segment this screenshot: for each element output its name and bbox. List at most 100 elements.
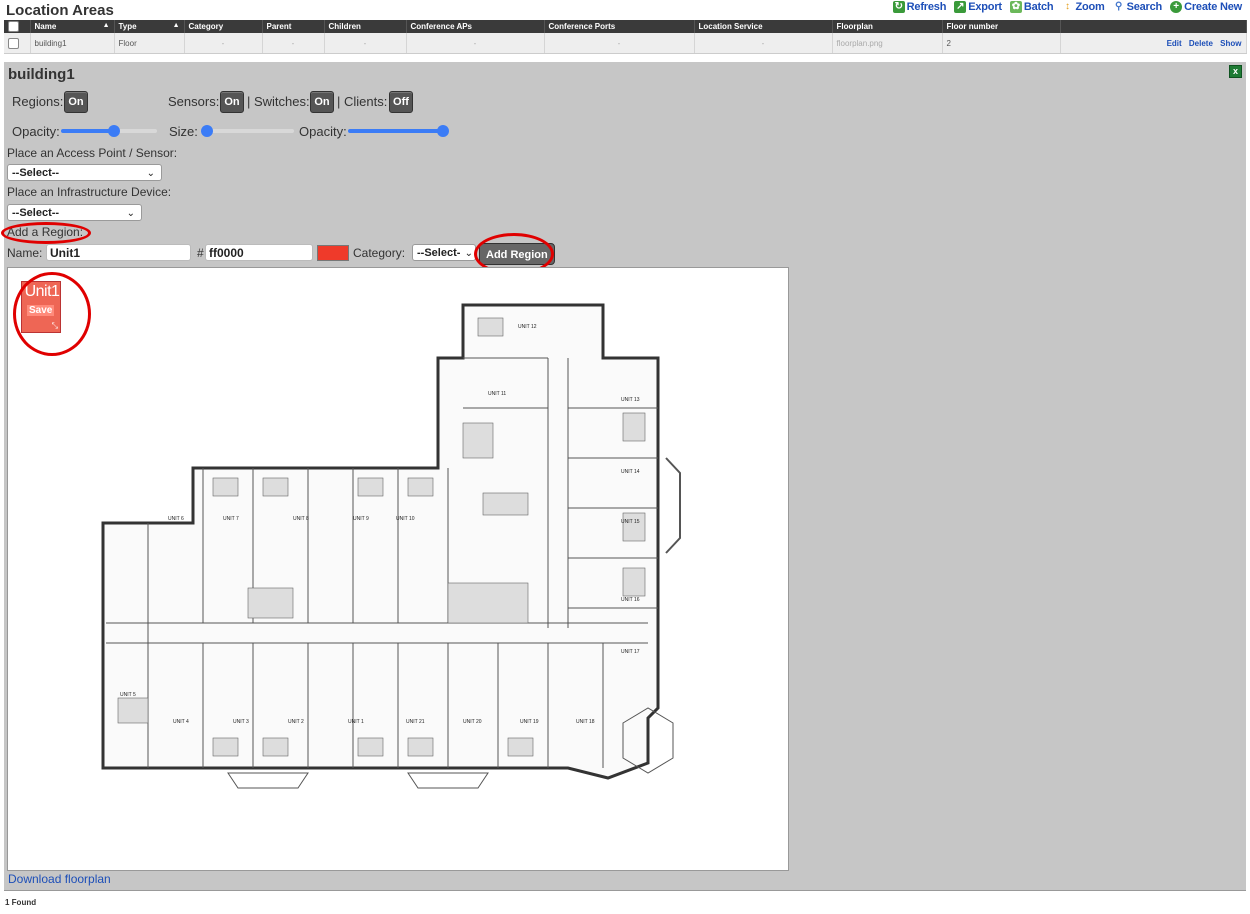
cell-parent: - bbox=[262, 33, 325, 54]
refresh-button[interactable]: ↻ Refresh bbox=[892, 1, 946, 13]
column-header-children[interactable]: Children bbox=[324, 20, 407, 33]
chevron-down-icon: ⌄ bbox=[464, 248, 473, 259]
result-count: 1 Found bbox=[5, 898, 37, 907]
column-header-type[interactable]: Type ▲ bbox=[114, 20, 185, 33]
cell-conference-aps: - bbox=[406, 33, 545, 54]
cell-category: - bbox=[184, 33, 263, 54]
column-header-floor-number[interactable]: Floor number bbox=[942, 20, 1061, 33]
cell-name: building1 bbox=[30, 33, 115, 54]
search-button[interactable]: ⚲ Search bbox=[1113, 1, 1162, 13]
column-header-name[interactable]: Name ▲ bbox=[30, 20, 115, 33]
clients-label: | Clients: bbox=[337, 94, 388, 109]
floor-detail-panel: building1 x Regions: On Sensors: On | Sw… bbox=[1, 62, 1246, 891]
export-icon: ↗ bbox=[954, 1, 967, 13]
floorplan-unit-label: UNIT 9 bbox=[353, 516, 369, 522]
location-areas-table: Name ▲ Type ▲ Category Parent Children Con… bbox=[4, 20, 1247, 54]
chevron-down-icon: ⌄ bbox=[126, 208, 135, 219]
column-header-conference-ports[interactable]: Conference Ports bbox=[544, 20, 695, 33]
clients-toggle[interactable]: Off bbox=[389, 91, 413, 113]
column-header-parent[interactable]: Parent bbox=[262, 20, 325, 33]
batch-button[interactable]: ✿ Batch bbox=[1009, 1, 1054, 13]
floorplan-unit-label: UNIT 5 bbox=[120, 692, 136, 698]
excel-close-icon[interactable]: x bbox=[1229, 65, 1242, 78]
row-checkbox[interactable] bbox=[4, 33, 31, 54]
cell-children: - bbox=[324, 33, 407, 54]
cell-type: Floor bbox=[114, 33, 185, 54]
add-region-label: Add a Region: bbox=[7, 225, 84, 239]
infra-select[interactable]: --Select-- ⌄ bbox=[7, 204, 142, 221]
page-title: Location Areas bbox=[6, 2, 114, 19]
column-header-conference-aps[interactable]: Conference APs bbox=[406, 20, 545, 33]
chevron-down-icon: ⌄ bbox=[146, 168, 155, 179]
zoom-button[interactable]: ↕ Zoom bbox=[1061, 1, 1105, 13]
toolbar: ↻ Refresh ↗ Export ✿ Batch ↕ Zoom ⚲ Search + C… bbox=[892, 1, 1242, 13]
slider-handle[interactable] bbox=[107, 125, 120, 137]
color-hex-input[interactable]: ff0000 bbox=[205, 244, 313, 261]
size-slider[interactable] bbox=[200, 125, 294, 137]
size-label: Size: bbox=[169, 124, 198, 139]
name-label: Name: bbox=[7, 246, 43, 260]
create-new-button[interactable]: + Create New bbox=[1170, 1, 1242, 13]
floorplan-unit-label: UNIT 11 bbox=[488, 391, 506, 397]
hash-label: # bbox=[197, 246, 204, 260]
select-all-checkbox[interactable] bbox=[4, 20, 31, 33]
floorplan-unit-label: UNIT 13 bbox=[621, 397, 640, 403]
floorplan-unit-label: UNIT 10 bbox=[396, 516, 415, 522]
column-header-location-service[interactable]: Location Service bbox=[694, 20, 833, 33]
zoom-icon: ↕ bbox=[1065, 1, 1070, 12]
floorplan-unit-label: UNIT 19 bbox=[520, 719, 539, 725]
batch-icon: ✿ bbox=[1009, 1, 1022, 13]
column-header-category[interactable]: Category bbox=[184, 20, 263, 33]
detail-title: building1 bbox=[8, 66, 75, 83]
floorplan-unit-label: UNIT 8 bbox=[293, 516, 309, 522]
sort-asc-icon: ▲ bbox=[172, 22, 180, 29]
edit-link[interactable]: Edit bbox=[1167, 39, 1182, 48]
switches-label: | Switches: bbox=[247, 94, 310, 109]
search-icon: ⚲ bbox=[1115, 1, 1123, 12]
infra-label: Place an Infrastructure Device: bbox=[7, 185, 172, 199]
ap-label: Place an Access Point / Sensor: bbox=[7, 146, 178, 160]
column-header-actions bbox=[1060, 20, 1247, 33]
region-name-input[interactable]: Unit1 bbox=[46, 244, 191, 261]
show-link[interactable]: Show bbox=[1220, 39, 1241, 48]
floorplan-unit-label: UNIT 4 bbox=[173, 719, 189, 725]
cell-floorplan: floorplan.png bbox=[832, 33, 943, 54]
opacity2-slider[interactable] bbox=[348, 125, 449, 137]
floorplan-unit-label: UNIT 20 bbox=[463, 719, 482, 725]
switches-toggle[interactable]: On bbox=[310, 91, 334, 113]
cell-floor-number: 2 bbox=[942, 33, 1061, 54]
delete-link[interactable]: Delete bbox=[1189, 39, 1213, 48]
table-row[interactable]: building1 Floor - - - - - - floorplan.pn… bbox=[4, 33, 1247, 54]
opacity2-label: Opacity: bbox=[299, 124, 347, 139]
regions-label: Regions: bbox=[12, 94, 64, 109]
floorplan-canvas[interactable]: Unit1 Save ⤡ UNIT 12 UNIT 11 UNIT 13 UNI… bbox=[7, 267, 789, 871]
cell-location-service: - bbox=[694, 33, 833, 54]
floorplan-unit-label: UNIT 7 bbox=[223, 516, 239, 522]
floorplan-unit-label: UNIT 15 bbox=[621, 519, 640, 525]
floorplan-unit-label: UNIT 1 bbox=[348, 719, 364, 725]
color-swatch[interactable] bbox=[317, 245, 349, 261]
opacity-label: Opacity: bbox=[12, 124, 60, 139]
category-select[interactable]: --Select--⌄ bbox=[412, 244, 476, 261]
sensors-toggle[interactable]: On bbox=[220, 91, 244, 113]
floorplan-unit-label: UNIT 3 bbox=[233, 719, 249, 725]
ap-select[interactable]: --Select-- ⌄ bbox=[7, 164, 162, 181]
floorplan-unit-label: UNIT 16 bbox=[621, 597, 640, 603]
opacity-slider[interactable] bbox=[61, 125, 157, 137]
cell-conference-ports: - bbox=[544, 33, 695, 54]
sensors-label: Sensors: bbox=[168, 94, 220, 109]
floorplan-unit-label: UNIT 6 bbox=[168, 516, 184, 522]
add-region-button[interactable]: Add Region bbox=[479, 243, 555, 265]
regions-toggle[interactable]: On bbox=[64, 91, 88, 113]
floorplan-image: UNIT 12 UNIT 11 UNIT 13 UNIT 14 UNIT 15 … bbox=[101, 303, 681, 789]
table-header-row: Name ▲ Type ▲ Category Parent Children Con… bbox=[4, 20, 1247, 33]
slider-handle[interactable] bbox=[200, 125, 213, 137]
floorplan-unit-label: UNIT 18 bbox=[576, 719, 595, 725]
refresh-icon: ↻ bbox=[892, 1, 905, 13]
floorplan-unit-label: UNIT 14 bbox=[621, 469, 640, 475]
slider-handle[interactable] bbox=[437, 125, 449, 137]
plus-icon: + bbox=[1170, 1, 1183, 13]
column-header-floorplan[interactable]: Floorplan bbox=[832, 20, 943, 33]
export-button[interactable]: ↗ Export bbox=[954, 1, 1002, 13]
download-floorplan-link[interactable]: Download floorplan bbox=[8, 872, 111, 886]
